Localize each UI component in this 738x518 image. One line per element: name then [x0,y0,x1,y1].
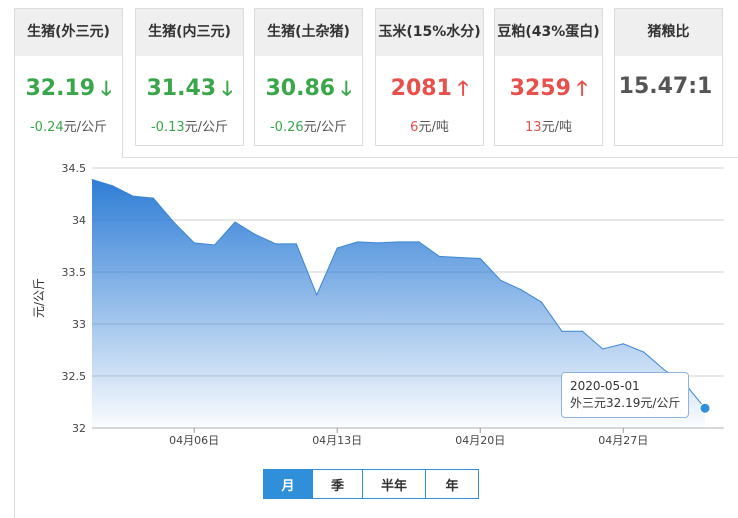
data-point [500,279,502,281]
x-tick-label: 04月27日 [598,434,648,447]
card-change: -0.26元/公斤 [255,116,362,135]
y-tick-label: 34 [72,214,86,227]
price-card-corn[interactable]: 玉米(15%水分) 2081 🡑 6元/吨 [375,8,484,146]
data-point [152,197,154,199]
x-tick-label: 04月13日 [312,434,362,447]
card-change: 6元/吨 [376,116,483,135]
price-card-pig-neisanyuan[interactable]: 生猪(内三元) 31.43 🡓 -0.13元/公斤 [135,8,244,146]
data-point [622,343,624,345]
card-title: 生猪(内三元) [136,9,243,56]
data-point [418,241,420,243]
x-tick-label: 04月06日 [169,434,219,447]
card-price: 30.86 🡓 [255,74,362,108]
card-price-value: 32.19 [25,76,96,101]
card-price-value: 15.47:1 [618,74,713,99]
data-point [214,244,216,246]
card-price: 2081 🡑 [376,74,483,108]
card-change: 13元/吨 [495,116,602,135]
card-change-unit: 元/吨 [541,120,572,135]
card-price: 31.43 🡓 [136,74,243,108]
data-point [602,348,604,350]
range-quarter-button[interactable]: 季 [312,470,362,498]
data-point [111,185,113,187]
range-halfyear-button[interactable]: 半年 [362,470,425,498]
arrow-down-icon: 🡓 [101,76,112,100]
card-change-value: -0.26 [269,120,304,135]
card-price-value: 3259 [509,76,571,101]
card-change-unit: 元/吨 [418,120,449,135]
card-title: 玉米(15%水分) [376,9,483,56]
card-change-value: -0.24 [29,120,64,135]
data-point [173,221,175,223]
data-point [663,369,665,371]
data-point [398,241,399,243]
data-point [316,294,318,296]
tooltip-date: 2020-05-01 [570,379,640,393]
data-point [561,330,563,332]
card-change: -0.13元/公斤 [136,116,243,135]
range-year-button[interactable]: 年 [425,470,478,498]
data-point [234,221,236,223]
data-point [541,301,543,303]
data-point [295,243,297,245]
card-price: 3259 🡑 [495,74,602,108]
data-point [643,351,645,353]
y-tick-label: 34.5 [62,162,87,175]
card-change-value: -0.13 [150,120,185,135]
card-change-unit: 元/公斤 [184,120,229,135]
y-tick-label: 32.5 [62,370,87,383]
arrow-down-icon: 🡓 [222,76,233,100]
x-tick-label: 04月20日 [455,434,505,447]
arrow-down-icon: 🡓 [341,76,352,100]
card-price-value: 30.86 [265,76,336,101]
data-point [581,330,583,332]
price-card-pig-grain-ratio[interactable]: 猪粮比 15.47:1 [614,8,723,146]
data-point [459,256,461,258]
arrow-up-icon: 🡑 [457,76,469,100]
range-month-button[interactable]: 月 [264,470,312,498]
data-point [479,257,481,259]
y-tick-label: 33 [72,318,86,331]
card-title: 豆粕(43%蛋白) [495,9,602,56]
card-change-value: 13 [525,120,542,135]
card-change-unit: 元/公斤 [63,120,108,135]
data-point [336,247,338,249]
card-title: 生猪(土杂猪) [255,9,362,56]
data-point [438,255,440,257]
card-price-value: 2081 [390,76,452,101]
data-point [91,178,93,180]
data-point [132,195,134,197]
card-title: 生猪(外三元) [15,9,122,56]
y-tick-label: 33.5 [62,266,87,279]
card-change-unit: 元/公斤 [303,120,348,135]
data-point [377,242,379,244]
card-price: 32.19 🡓 [15,74,122,108]
card-change: -0.24元/公斤 [15,116,122,135]
y-axis-label: 元/公斤 [32,278,46,318]
data-point [275,243,277,245]
data-point [193,242,195,244]
card-title: 猪粮比 [615,9,722,56]
chart-panel: 32 32.5 33 33.5 34 34.5 元/公斤 04月06日 04月13日 04月20日… [14,157,738,518]
price-card-pig-tuzazhu[interactable]: 生猪(土杂猪) 30.86 🡓 -0.26元/公斤 [254,8,363,146]
data-point [254,234,256,236]
chart-tooltip: 2020-05-01 外三元32.19元/公斤 [561,372,689,418]
highlight-point [699,402,711,414]
card-price: 15.47:1 [615,74,722,99]
card-price-value: 31.43 [146,76,217,101]
price-card-soymeal[interactable]: 豆粕(43%蛋白) 3259 🡑 13元/吨 [494,8,603,146]
y-tick-label: 32 [72,422,86,435]
range-selector: 月 季 半年 年 [263,469,479,499]
data-point [357,241,359,243]
price-card-pig-waisanyuan[interactable]: 生猪(外三元) 32.19 🡓 -0.24元/公斤 [14,8,123,158]
arrow-up-icon: 🡑 [576,76,588,100]
tooltip-value: 外三元32.19元/公斤 [570,396,681,410]
data-point [520,289,522,291]
